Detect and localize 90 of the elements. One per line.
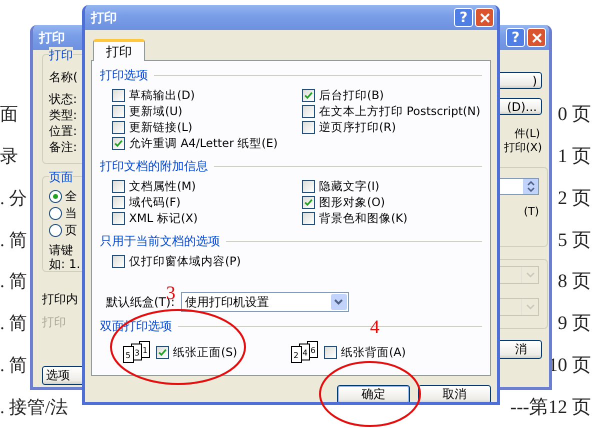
close-button[interactable] [475,8,494,27]
document-text: . 接管/法 [0,396,68,420]
checkbox-label: 逆页序打印(R) [319,120,396,134]
tray-dropdown[interactable]: 使用打印机设置 [180,292,349,312]
checkbox-label: 打印(X) [504,141,542,155]
field-label: 位置: [49,124,78,138]
document-text: 面 [0,102,18,126]
field-label: 打印内 [42,292,78,306]
spinner-arrows-icon [526,181,534,192]
checkbox[interactable] [324,346,337,358]
checkbox[interactable] [302,120,315,134]
checkbox[interactable] [112,254,125,268]
help-button[interactable]: ? [454,8,473,27]
window-title: 打印 [39,30,66,46]
checkbox[interactable] [302,212,315,224]
checkbox[interactable] [302,88,315,102]
annotation-number: 4 [370,317,380,338]
radio-button[interactable] [49,206,62,220]
close-icon [532,32,542,42]
checkbox[interactable] [156,346,169,358]
checkbox-label: 纸张正面(S) [173,344,238,360]
document-text: . 简 [0,270,27,294]
checkbox-label: 域代码(F) [129,194,181,210]
checkbox-label: 草稿输出(D) [129,88,195,102]
radio-label: 全 [65,189,77,203]
field-label: 状态: [49,92,78,106]
checkbox[interactable] [112,212,125,224]
checkbox[interactable] [112,136,125,150]
page-number: ---第12 页 [510,396,592,420]
section-title: 打印选项 [100,67,148,84]
checkbox[interactable] [302,196,315,208]
checkbox-label: 文档属性(M) [129,178,196,194]
dropdown[interactable] [499,298,539,316]
page-number: 5 页 [558,228,592,253]
radio-button[interactable] [49,224,62,236]
checkbox[interactable] [112,88,125,102]
group-label: 打印 [49,47,73,64]
field-label: 类型: [49,108,78,122]
checkbox-label: 纸张背面(A) [341,344,406,360]
document-text: 录 [0,144,18,168]
ok-button[interactable]: 确定 [337,385,410,402]
checkbox-label: XML 标记(X) [129,210,198,226]
page-number: 9 页 [558,312,592,336]
field-label: 打印 [42,315,66,329]
close-icon [480,12,490,22]
window-title: 打印 [91,10,118,26]
radio-label: 页 [65,223,77,237]
page-number: 0 页 [558,102,592,127]
checkbox-label: 隐藏文字(I) [319,178,380,194]
document-text: . 简 [0,312,27,336]
help-button[interactable]: ? [506,28,525,47]
section-title: 只用于当前文档的选项 [100,233,220,250]
chevron-down-icon [330,294,347,310]
checkbox-label: 允许重调 A4/Letter 纸型(E) [129,136,278,150]
checkbox-label: 更新链接(L) [129,120,192,134]
radio-button[interactable] [49,190,62,202]
radio-label: 当 [65,206,77,220]
checkbox-label: 图形对象(O) [319,194,386,210]
field-label: 备注: [49,140,78,154]
chevron-down-icon [526,272,534,278]
checkbox[interactable] [302,104,315,118]
document-text: . 简 [0,354,27,378]
document-text: . 简 [0,228,27,252]
section-title: 打印文档的附加信息 [100,158,208,175]
document-text: . 分 [0,186,27,210]
checkbox-label: 件(L) [514,127,541,141]
dropdown[interactable] [499,266,539,284]
page-number: 2 页 [558,186,592,211]
cancel-button[interactable]: 取消 [418,385,491,402]
field-label: (T) [524,205,539,219]
tab[interactable]: 打印 [93,39,145,61]
page-number: 10 页 [548,354,592,378]
checkbox-label: 更新域(U) [129,104,182,118]
hint-text: 如: 1. [49,257,80,271]
checkbox-label: 背景色和图像(K) [319,210,408,226]
close-button[interactable] [527,28,546,47]
checkbox-label: 后台打印(B) [319,88,384,102]
page-number: 1 页 [558,144,592,169]
field-label: 名称( [49,70,78,84]
chevron-down-icon [526,304,534,310]
checkbox-label: 仅打印窗体域内容(P) [129,254,241,268]
checkbox[interactable] [112,120,125,134]
checkbox[interactable] [112,104,125,118]
hint-text: 请键 [49,243,73,257]
checkbox[interactable] [112,180,125,192]
group-label: 页面 [49,169,73,186]
page-number: 8 页 [558,270,592,294]
checkbox[interactable] [302,180,315,192]
spinner-field[interactable] [499,178,539,195]
checkbox[interactable] [112,196,125,208]
